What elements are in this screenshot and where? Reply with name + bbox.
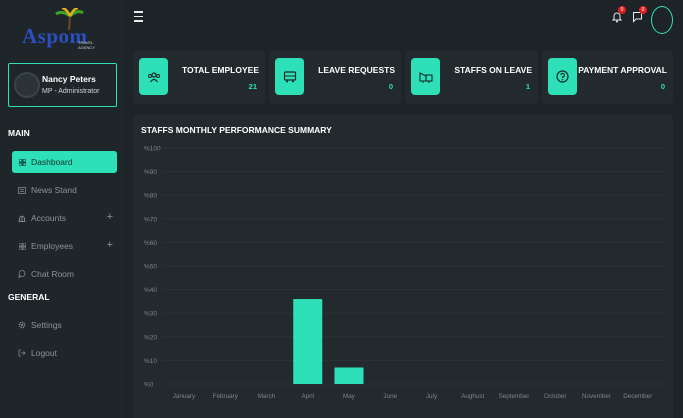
y-tick-label: %30 [144, 311, 157, 318]
sidebar-item-label: Dashboard [31, 157, 73, 167]
y-tick-label: %20 [144, 334, 157, 341]
grid-icon [16, 158, 28, 166]
messages-badge: 0 [639, 6, 647, 14]
stat-card-total-employee[interactable]: TOTAL EMPLOYEE 21 [133, 50, 265, 104]
chat-icon [16, 270, 28, 278]
card-count: 0 [388, 82, 393, 91]
grid-icon [16, 242, 28, 250]
stat-card-payment-approval[interactable]: PAYMENT APPROVAL 0 [542, 50, 673, 104]
card-title: TOTAL EMPLOYEE [182, 65, 259, 75]
x-tick-label: October [544, 393, 566, 400]
card-count: 21 [248, 82, 257, 91]
x-tick-label: June [383, 393, 397, 400]
sidebar-item-chat-room[interactable]: Chat Room [12, 263, 117, 285]
travel-icon [411, 58, 440, 95]
bar-may[interactable] [334, 367, 364, 384]
user-avatar-button[interactable] [651, 6, 673, 34]
x-tick-label: September [499, 393, 530, 400]
logout-icon [16, 349, 28, 357]
y-tick-label: %60 [144, 240, 157, 247]
gear-icon [16, 321, 28, 329]
card-title: LEAVE REQUESTS [318, 65, 395, 75]
x-tick-label: March [258, 393, 276, 400]
sidebar-item-label: Employees [31, 241, 74, 251]
card-title: PAYMENT APPROVAL [578, 65, 667, 75]
y-tick-label: %0 [144, 382, 154, 389]
performance-bar-chart: %0 %10 %20 %30 %40 %50 %60 %70 %80 %90 %100 January… [144, 146, 665, 400]
y-tick-label: %10 [144, 358, 157, 365]
section-main-label: MAIN [8, 128, 30, 138]
y-tick-label: %70 [144, 216, 157, 223]
notifications-badge: 0 [618, 6, 626, 14]
y-tick-label: %90 [144, 169, 157, 176]
sidebar-item-accounts[interactable]: Accounts + [12, 207, 117, 229]
profile-name: Nancy Peters [42, 74, 96, 84]
card-count: 1 [525, 82, 530, 91]
expand-accounts-icon[interactable]: + [107, 211, 113, 223]
sidebar-item-dashboard[interactable]: Dashboard [12, 151, 117, 173]
x-tick-label: December [623, 393, 652, 400]
y-tick-label: %50 [144, 264, 157, 271]
sidebar-item-label: Settings [31, 320, 62, 330]
brand-logo[interactable]: Aspom TRAVEL AGENCY [18, 8, 104, 50]
performance-chart-panel: STAFFS MONTHLY PERFORMANCE SUMMARY %0 %10… [133, 114, 673, 418]
sidebar-item-logout[interactable]: Logout [12, 342, 117, 364]
sidebar-item-label: Chat Room [31, 269, 74, 279]
stat-card-leave-requests[interactable]: LEAVE REQUESTS 0 [269, 50, 401, 104]
expand-employees-icon[interactable]: + [107, 239, 113, 251]
avatar [14, 72, 40, 98]
stat-card-staffs-on-leave[interactable]: STAFFS ON LEAVE 1 [405, 50, 538, 104]
people-icon [139, 58, 168, 95]
y-tick-label: %40 [144, 287, 157, 294]
newspaper-icon [16, 186, 28, 194]
card-title: STAFFS ON LEAVE [454, 65, 532, 75]
messages-button[interactable]: 0 [632, 6, 647, 28]
x-tick-label: February [213, 393, 239, 400]
x-tick-label: July [426, 393, 438, 400]
bus-icon [275, 58, 304, 95]
sidebar-item-news-stand[interactable]: News Stand [12, 179, 117, 201]
menu-toggle-button[interactable] [134, 11, 143, 23]
x-tick-label: Aughust [461, 393, 484, 400]
bank-icon [16, 215, 28, 222]
x-tick-label: November [582, 393, 611, 400]
sidebar-item-label: Logout [31, 348, 57, 358]
y-tick-label: %80 [144, 193, 157, 200]
logo-subtitle: TRAVEL AGENCY [78, 40, 95, 50]
sidebar: Aspom TRAVEL AGENCY Nancy Peters MP - Ad… [0, 0, 126, 418]
profile-card[interactable]: Nancy Peters MP - Administrator [8, 63, 117, 107]
sidebar-item-label: News Stand [31, 185, 77, 195]
sidebar-item-label: Accounts [31, 213, 66, 223]
profile-role: MP - Administrator [42, 88, 100, 95]
y-tick-label: %100 [144, 146, 161, 153]
x-tick-label: January [173, 393, 196, 400]
sidebar-item-settings[interactable]: Settings [12, 314, 117, 336]
question-icon [548, 58, 577, 95]
x-tick-label: May [343, 393, 356, 400]
x-tick-label: April [301, 393, 314, 400]
sidebar-item-employees[interactable]: Employees + [12, 235, 117, 257]
notifications-button[interactable]: 0 [611, 6, 626, 28]
section-general-label: GENERAL [8, 292, 50, 302]
card-count: 0 [660, 82, 665, 91]
bar-april[interactable] [293, 299, 323, 384]
